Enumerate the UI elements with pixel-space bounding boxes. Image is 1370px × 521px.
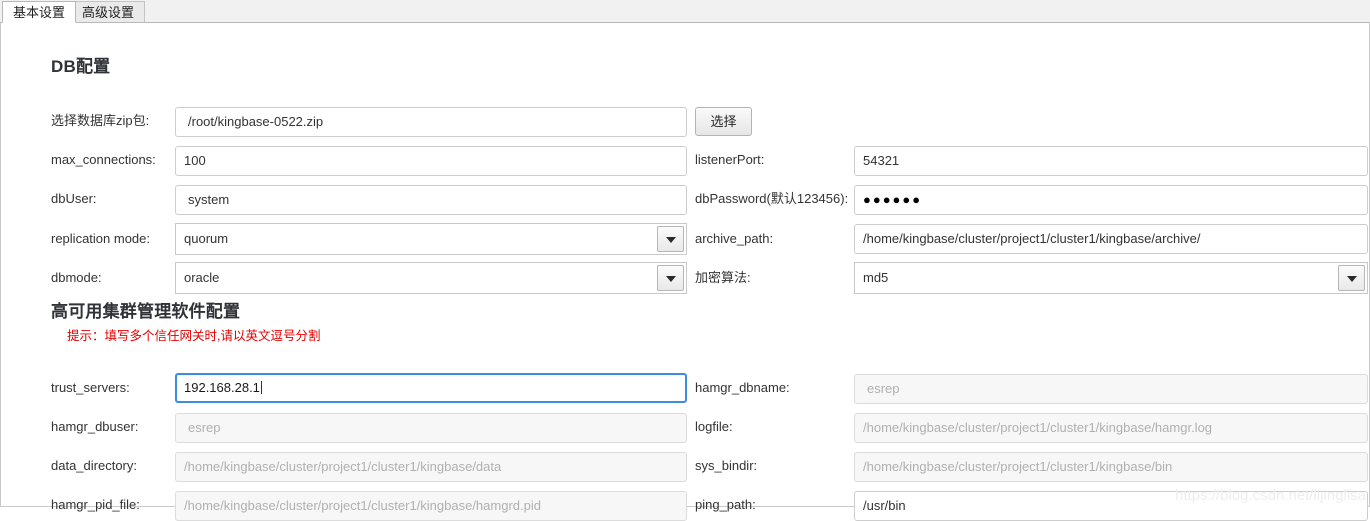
- archive-path-input[interactable]: /home/kingbase/cluster/project1/cluster1…: [854, 224, 1368, 254]
- listener-port-input[interactable]: 54321: [854, 146, 1368, 176]
- chevron-down-icon[interactable]: [1338, 265, 1365, 291]
- max-connections-input[interactable]: 100: [175, 146, 687, 176]
- tab-advanced-settings[interactable]: 高级设置: [71, 1, 145, 23]
- watermark: https://blog.csdn.net/lijinglisa: [1175, 487, 1366, 504]
- zip-package-label: 选择数据库zip包:: [51, 113, 149, 129]
- sys-bindir-input[interactable]: /home/kingbase/cluster/project1/cluster1…: [854, 452, 1368, 482]
- logfile-input[interactable]: /home/kingbase/cluster/project1/cluster1…: [854, 413, 1368, 443]
- logfile-label: logfile:: [695, 419, 733, 435]
- sys-bindir-label: sys_bindir:: [695, 458, 757, 474]
- data-directory-label: data_directory:: [51, 458, 137, 474]
- replication-mode-value: quorum: [184, 231, 228, 246]
- trust-servers-label: trust_servers:: [51, 380, 130, 396]
- ha-section-title: 高可用集群管理软件配置: [51, 297, 240, 322]
- hamgr-dbuser-input[interactable]: esrep: [175, 413, 687, 443]
- dbmode-select[interactable]: oracle: [175, 262, 687, 294]
- hamgr-dbuser-label: hamgr_dbuser:: [51, 419, 138, 435]
- settings-panel: DB配置 选择数据库zip包: /root/kingbase-0522.zip …: [0, 23, 1370, 507]
- db-password-label: dbPassword(默认123456):: [695, 191, 848, 207]
- archive-path-label: archive_path:: [695, 231, 773, 247]
- ha-section-hint: 提示：填写多个信任网关时,请以英文逗号分割: [67, 325, 320, 344]
- zip-package-input[interactable]: /root/kingbase-0522.zip: [175, 107, 687, 137]
- hamgr-dbname-input[interactable]: esrep: [854, 374, 1368, 404]
- data-directory-input[interactable]: /home/kingbase/cluster/project1/cluster1…: [175, 452, 687, 482]
- encrypt-algorithm-label: 加密算法:: [695, 270, 751, 286]
- chevron-down-icon[interactable]: [657, 226, 684, 252]
- tab-strip: 基本设置 高级设置: [0, 0, 1370, 23]
- replication-mode-label: replication mode:: [51, 231, 150, 247]
- hamgr-pid-file-label: hamgr_pid_file:: [51, 497, 140, 513]
- trust-servers-input[interactable]: 192.168.28.1: [175, 373, 687, 403]
- dbmode-label: dbmode:: [51, 270, 102, 286]
- db-section-title: DB配置: [51, 52, 110, 77]
- hamgr-dbname-label: hamgr_dbname:: [695, 380, 790, 396]
- tab-advanced-settings-label: 高级设置: [82, 5, 134, 20]
- replication-mode-select[interactable]: quorum: [175, 223, 687, 255]
- chevron-down-icon[interactable]: [657, 265, 684, 291]
- encrypt-algorithm-value: md5: [863, 270, 888, 285]
- hamgr-pid-file-input[interactable]: /home/kingbase/cluster/project1/cluster1…: [175, 491, 687, 521]
- tab-basic-settings[interactable]: 基本设置: [2, 1, 76, 23]
- db-user-input[interactable]: system: [175, 185, 687, 215]
- max-connections-label: max_connections:: [51, 152, 156, 168]
- db-password-input[interactable]: ●●●●●●: [854, 185, 1368, 215]
- db-user-label: dbUser:: [51, 191, 97, 207]
- listener-port-label: listenerPort:: [695, 152, 764, 168]
- text-caret: [261, 381, 262, 394]
- dbmode-value: oracle: [184, 270, 219, 285]
- tab-basic-settings-label: 基本设置: [13, 5, 65, 20]
- trust-servers-value: 192.168.28.1: [184, 380, 260, 395]
- ping-path-label: ping_path:: [695, 497, 756, 513]
- choose-file-button[interactable]: 选择: [695, 107, 752, 136]
- encrypt-algorithm-select[interactable]: md5: [854, 262, 1368, 294]
